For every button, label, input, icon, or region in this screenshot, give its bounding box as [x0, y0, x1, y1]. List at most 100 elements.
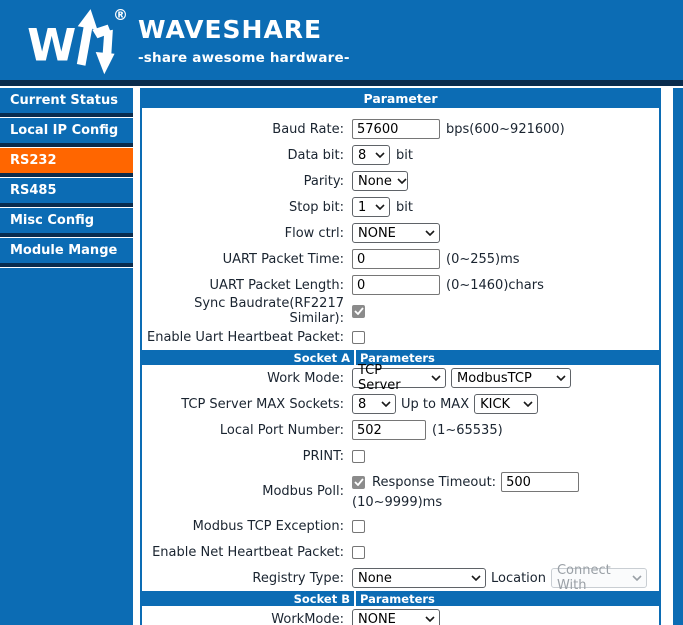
sidebar-item-misc-config[interactable]: Misc Config: [0, 208, 133, 233]
modbus-tcp-exception-label: Modbus TCP Exception:: [142, 519, 352, 534]
modbus-poll-checkbox[interactable]: [352, 476, 365, 489]
local-port-range: (1~65535): [432, 423, 503, 438]
sidebar-item-local-ip-config[interactable]: Local IP Config: [0, 118, 133, 143]
sidebar-nav: Current Status Local IP Config RS232 RS4…: [0, 88, 133, 625]
parity-selected: None: [358, 174, 392, 189]
svg-text:W: W: [28, 20, 76, 72]
chevron-down-icon: [381, 401, 391, 407]
uart-packet-length-input[interactable]: [352, 275, 440, 295]
waveshare-logo-icon: W: [28, 4, 124, 76]
stop-bit-label: Stop bit:: [142, 200, 352, 215]
max-sockets-label: TCP Server MAX Sockets:: [142, 397, 352, 412]
socket-b-workmode-select[interactable]: NONE: [352, 609, 440, 625]
header: W ® WAVESHARE -share awesome hardware-: [0, 0, 683, 80]
parameter-panel: Parameter Baud Rate: bps(600~921600) Dat…: [140, 88, 661, 625]
response-timeout-input[interactable]: [501, 472, 579, 492]
baud-rate-input[interactable]: [352, 119, 440, 139]
sidebar-separator: [0, 263, 133, 268]
local-port-input[interactable]: [352, 420, 426, 440]
stop-bit-select[interactable]: 1: [352, 197, 390, 217]
location-selected: Connect With: [557, 563, 627, 593]
print-checkbox[interactable]: [352, 450, 365, 463]
chevron-down-icon: [471, 575, 481, 581]
sync-baudrate-checkbox[interactable]: [352, 305, 365, 318]
modbus-tcp-exception-row: Modbus TCP Exception:: [142, 513, 659, 539]
parity-select[interactable]: None: [352, 171, 408, 191]
uart-packet-length-label: UART Packet Length:: [142, 278, 352, 293]
sidebar-item-label: Current Status: [10, 93, 118, 108]
uart-group: Baud Rate: bps(600~921600) Data bit: 8: [142, 108, 659, 350]
registry-type-label: Registry Type:: [142, 571, 352, 586]
sidebar-item-label: RS485: [10, 183, 57, 198]
sidebar-item-label: Local IP Config: [10, 123, 118, 138]
data-bit-selected: 8: [358, 148, 366, 163]
baud-rate-label: Baud Rate:: [142, 122, 352, 137]
work-mode-protocol-selected: ModbusTCP: [457, 371, 532, 386]
uart-packet-time-row: UART Packet Time: (0~255)ms: [142, 246, 659, 272]
sync-baudrate-row: Sync Baudrate(RF2217 Similar):: [142, 298, 659, 324]
stop-bit-unit: bit: [396, 200, 413, 215]
modbus-tcp-exception-checkbox[interactable]: [352, 520, 365, 533]
data-bit-row: Data bit: 8 bit: [142, 142, 659, 168]
kick-select[interactable]: KICK: [474, 394, 538, 414]
net-heartbeat-row: Enable Net Heartbeat Packet:: [142, 539, 659, 565]
work-mode-select[interactable]: TCP Server: [352, 368, 446, 388]
data-bit-select[interactable]: 8: [352, 145, 390, 165]
chevron-down-icon: [523, 401, 533, 407]
work-mode-protocol-select[interactable]: ModbusTCP: [451, 368, 571, 388]
socket-b-workmode-label: WorkMode:: [142, 612, 352, 625]
uart-heartbeat-label: Enable Uart Heartbeat Packet:: [142, 330, 352, 345]
modbus-poll-label: Modbus Poll:: [142, 484, 352, 499]
stop-bit-row: Stop bit: 1 bit: [142, 194, 659, 220]
max-sockets-select[interactable]: 8: [352, 394, 396, 414]
uart-packet-time-range: (0~255)ms: [446, 252, 520, 267]
parity-label: Parity:: [142, 174, 352, 189]
print-label: PRINT:: [142, 449, 352, 464]
sidebar-main-gap: [133, 88, 140, 625]
chevron-down-icon: [425, 616, 435, 622]
flow-ctrl-row: Flow ctrl: NONE: [142, 220, 659, 246]
net-heartbeat-label: Enable Net Heartbeat Packet:: [142, 545, 352, 560]
response-timeout-range: (10~9999)ms: [352, 493, 579, 511]
net-heartbeat-checkbox[interactable]: [352, 546, 365, 559]
main-right-gap: [661, 88, 673, 625]
max-sockets-row: TCP Server MAX Sockets: 8 Up to MAX KICK: [142, 391, 659, 417]
sidebar-item-label: Misc Config: [10, 213, 94, 228]
uart-packet-length-row: UART Packet Length: (0~1460)chars: [142, 272, 659, 298]
registry-type-select[interactable]: None: [352, 568, 486, 588]
socket-a-title: Socket A: [142, 351, 354, 365]
uart-heartbeat-checkbox[interactable]: [352, 331, 365, 344]
brand-tagline: -share awesome hardware-: [138, 50, 350, 66]
sidebar-item-label: Module Mange: [10, 243, 117, 258]
kick-selected: KICK: [480, 397, 510, 412]
modbus-poll-row: Modbus Poll: Response Timeout:: [142, 469, 659, 513]
data-bit-label: Data bit:: [142, 148, 352, 163]
max-sockets-selected: 8: [358, 397, 366, 412]
socket-a-group: Work Mode: TCP Server ModbusTCP: [142, 365, 659, 591]
work-mode-row: Work Mode: TCP Server ModbusTCP: [142, 365, 659, 391]
chevron-down-icon: [632, 575, 642, 581]
location-label: Location: [491, 571, 546, 586]
uart-packet-time-input[interactable]: [352, 249, 440, 269]
sidebar-item-rs232[interactable]: RS232: [0, 148, 133, 173]
flow-ctrl-select[interactable]: NONE: [352, 223, 440, 243]
sync-baudrate-label: Sync Baudrate(RF2217 Similar):: [142, 296, 352, 326]
sidebar-item-module-mange[interactable]: Module Mange: [0, 238, 133, 263]
chevron-down-icon: [397, 178, 407, 184]
chevron-down-icon: [375, 204, 385, 210]
socket-b-workmode-row: WorkMode: NONE: [142, 606, 659, 625]
location-select: Connect With: [551, 568, 647, 588]
right-margin-strip: [673, 88, 683, 625]
chevron-down-icon: [425, 230, 435, 236]
checkmark-icon: [354, 478, 364, 486]
sidebar-item-rs485[interactable]: RS485: [0, 178, 133, 203]
uart-packet-time-label: UART Packet Time:: [142, 252, 352, 267]
brand-name: WAVESHARE: [138, 15, 350, 44]
data-bit-unit: bit: [396, 148, 413, 163]
registry-type-row: Registry Type: None Location Connect Wit…: [142, 565, 659, 591]
socket-b-section-header: Socket B Parameters: [142, 591, 659, 606]
flow-ctrl-label: Flow ctrl:: [142, 226, 352, 241]
response-timeout-label: Response Timeout:: [372, 475, 496, 490]
up-to-max-text: Up to MAX: [401, 397, 469, 412]
sidebar-item-current-status[interactable]: Current Status: [0, 88, 133, 113]
